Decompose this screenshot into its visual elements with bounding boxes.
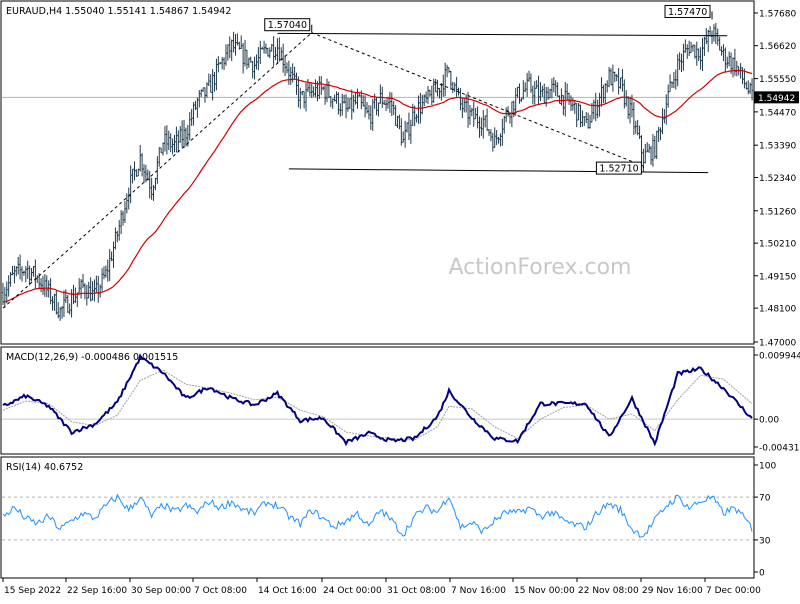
- macd-y-tick-label: 0.00: [759, 416, 779, 426]
- last-price-label: 1.54942: [758, 94, 795, 104]
- price-y-tick-label: 1.55550: [759, 75, 796, 85]
- x-tick-label: 22 Sep 16:00: [67, 586, 127, 596]
- rsi-y-tick-label: 30: [759, 536, 771, 546]
- chart-canvas: ActionForex.com 1.57680 1.56620 1.55550 1.5…: [0, 0, 800, 596]
- macd-y-tick-label: 0.009944: [759, 352, 800, 362]
- annotation-label: 1.57040: [268, 20, 307, 31]
- rsi-pane-frame: [0, 456, 755, 579]
- price-y-tick-label: 1.47000: [759, 339, 796, 349]
- rsi-y-tick-label: 70: [759, 494, 771, 504]
- rsi-y-tick-label: 100: [759, 462, 776, 472]
- x-tick-label: 22 Nov 08:00: [578, 586, 639, 596]
- annotation-label: 1.52710: [599, 164, 638, 175]
- x-tick-label: 31 Oct 08:00: [387, 586, 446, 596]
- chart-window: ActionForex.com 1.57680 1.56620 1.55550 1.5…: [0, 0, 800, 600]
- price-y-tick-label: 1.51260: [759, 207, 796, 217]
- price-y-tick-label: 1.57680: [759, 10, 796, 20]
- price-y-tick-label: 1.48100: [759, 305, 796, 315]
- macd-pane-frame: [0, 346, 755, 455]
- macd-y-tick-label: -0.004313: [759, 444, 800, 454]
- x-tick-label: 14 Oct 16:00: [258, 586, 317, 596]
- price-y-tick-label: 1.54470: [759, 108, 796, 118]
- rsi-y-tick-label: 0: [759, 569, 765, 579]
- x-tick-label: 7 Nov 16:00: [451, 586, 506, 596]
- price-y-tick-label: 1.56620: [759, 42, 796, 52]
- x-tick-label: 15 Sep 2022: [4, 586, 61, 596]
- x-tick-label: 24 Oct 00:00: [323, 586, 382, 596]
- x-tick-label: 29 Nov 16:00: [642, 586, 703, 596]
- x-tick-label: 15 Nov 00:00: [514, 586, 575, 596]
- macd-title: MACD(12,26,9) -0.000486 0.001515: [6, 352, 178, 363]
- price-y-tick-label: 1.49150: [759, 272, 796, 282]
- x-tick-label: 30 Sep 00:00: [131, 586, 191, 596]
- x-axis: 15 Sep 2022 22 Sep 16:00 30 Sep 00:00 7 Oct…: [2, 578, 761, 596]
- annotation-label: 1.57470: [668, 7, 707, 18]
- price-y-tick-label: 1.50210: [759, 240, 796, 250]
- watermark: ActionForex.com: [449, 255, 632, 280]
- rsi-title: RSI(14) 40.6752: [6, 462, 83, 473]
- price-title: EURAUD,H4 1.55040 1.55141 1.54867 1.5494…: [6, 6, 231, 17]
- x-tick-label: 7 Dec 00:00: [706, 586, 761, 596]
- price-y-tick-label: 1.52340: [759, 174, 796, 184]
- price-y-tick-label: 1.53390: [759, 142, 796, 152]
- x-tick-label: 7 Oct 08:00: [194, 586, 247, 596]
